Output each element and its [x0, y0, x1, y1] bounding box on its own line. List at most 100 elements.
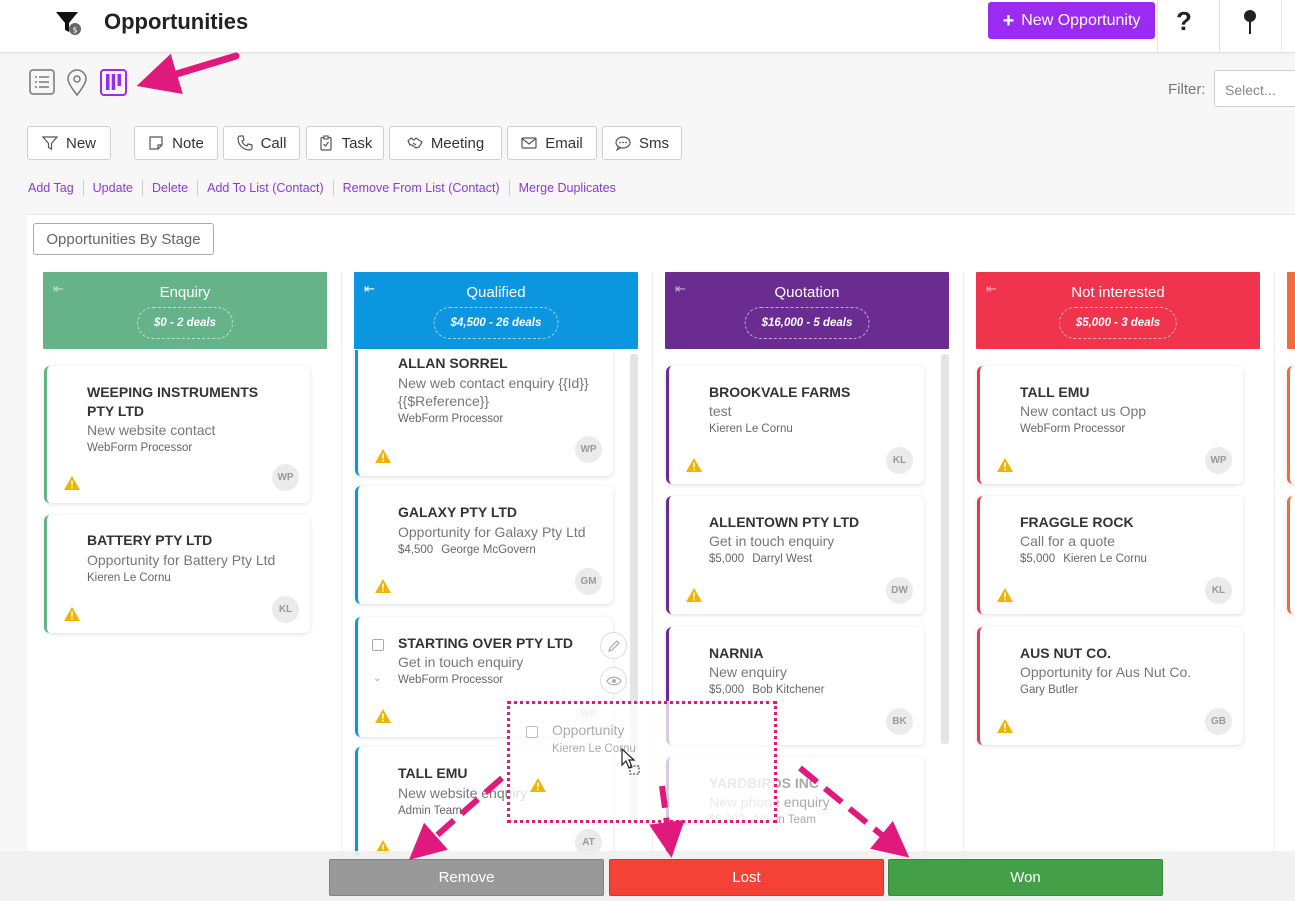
- won-drop-zone[interactable]: Won: [888, 859, 1163, 896]
- meeting-button[interactable]: Meeting: [389, 126, 502, 160]
- column-title: Qualified: [466, 284, 526, 301]
- divider: [141, 180, 143, 196]
- card-title: FRAGGLE ROCK: [1020, 514, 1134, 530]
- opportunity-card[interactable]: [1287, 496, 1295, 614]
- card-title: ALLENTOWN PTY LTD: [709, 514, 860, 530]
- filter-label: Filter:: [1168, 81, 1206, 98]
- new-opportunity-label: New Opportunity: [1021, 11, 1141, 29]
- card-title: BROOKVALE FARMS: [709, 384, 851, 400]
- warning-icon: [997, 588, 1013, 602]
- lost-drop-zone[interactable]: Lost: [609, 859, 884, 896]
- call-button[interactable]: Call: [223, 126, 300, 160]
- column-header-enquiry: ⇤ Enquiry $0 - 2 deals: [43, 272, 327, 349]
- scrollbar[interactable]: [941, 354, 949, 744]
- column-header-not-interested: ⇤ Not interested $5,000 - 3 deals: [976, 272, 1260, 349]
- opportunity-card[interactable]: BROOKVALE FARMS test Kieren Le Cornu KL: [666, 366, 924, 484]
- card-description: Call for a quote: [1020, 533, 1115, 549]
- task-button[interactable]: Task: [306, 126, 384, 160]
- new-opportunity-button[interactable]: + New Opportunity: [988, 2, 1155, 39]
- ghost-title: Opportunity: [552, 722, 625, 738]
- card-owner: WebForm Processor: [398, 674, 504, 686]
- card-meta: $5,000 Bob Kitchener: [709, 684, 825, 696]
- pin-icon[interactable]: [1240, 8, 1260, 36]
- opportunity-card[interactable]: TALL EMU New contact us Opp WebForm Proc…: [977, 366, 1243, 484]
- svg-text:$: $: [72, 26, 77, 35]
- map-view-icon[interactable]: [66, 69, 88, 97]
- card-description: Get in touch enquiry: [709, 533, 835, 549]
- warning-icon: [686, 588, 702, 602]
- card-owner: Admin Team: [398, 805, 462, 817]
- divider: [1219, 0, 1220, 53]
- divider: [1281, 0, 1282, 53]
- funnel-icon: [41, 136, 58, 150]
- opportunity-card[interactable]: [1287, 366, 1295, 484]
- select-checkbox: [526, 726, 538, 738]
- drag-ghost-card[interactable]: Opportunity Kieren Le Cornu: [507, 701, 777, 823]
- column-summary: $16,000 - 5 deals: [744, 307, 870, 339]
- pointer-arrow: [136, 52, 240, 94]
- opportunity-card[interactable]: FRAGGLE ROCK Call for a quote $5,000 Kier…: [977, 496, 1243, 614]
- phone-icon: [236, 135, 253, 151]
- card-meta: $4,500 George McGovern: [398, 544, 536, 556]
- card-title: WEEPING INSTRUMENTS PTY LTD: [87, 384, 259, 419]
- list-view-icon[interactable]: [29, 69, 55, 95]
- column-summary: $4,500 - 26 deals: [433, 307, 559, 339]
- chevron-down-icon[interactable]: ⌄: [373, 673, 381, 684]
- card-description: Opportunity for Battery Pty Ltd: [87, 552, 276, 568]
- opportunity-card[interactable]: ALLENTOWN PTY LTD Get in touch enquiry $…: [666, 496, 924, 614]
- bulk-actions: Add Tag Update Delete Add To List (Conta…: [28, 180, 616, 196]
- note-icon: [149, 136, 163, 150]
- task-button-label: Task: [341, 134, 373, 152]
- view-eye-icon[interactable]: [600, 667, 627, 694]
- opportunity-card[interactable]: BATTERY PTY LTD Opportunity for Battery …: [44, 515, 310, 633]
- column-header-qualified: ⇤ Qualified $4,500 - 26 deals: [354, 272, 638, 349]
- opportunity-card[interactable]: ALLAN SORREL New web contact enquiry {{I…: [355, 350, 613, 476]
- filter-select[interactable]: Select...: [1214, 70, 1295, 107]
- meeting-button-label: Meeting: [430, 134, 485, 152]
- remove-from-list-link[interactable]: Remove From List (Contact): [343, 181, 500, 195]
- opportunity-card[interactable]: GALAXY PTY LTD Opportunity for Galaxy Pt…: [355, 486, 613, 604]
- card-owner: Kieren Le Cornu: [87, 572, 171, 584]
- sms-button-label: Sms: [639, 134, 669, 152]
- avatar: KL: [272, 596, 299, 623]
- remove-drop-zone[interactable]: Remove: [329, 859, 604, 896]
- edit-pencil-icon[interactable]: [600, 632, 627, 659]
- card-owner: Kieren Le Cornu: [709, 423, 793, 435]
- add-tag-link[interactable]: Add Tag: [28, 181, 74, 195]
- new-button-label: New: [65, 134, 96, 152]
- select-checkbox[interactable]: [372, 639, 384, 651]
- column-summary: $0 - 2 deals: [136, 307, 234, 339]
- sms-button[interactable]: Sms: [602, 126, 682, 160]
- card-title: ALLAN SORREL: [398, 355, 508, 371]
- note-button[interactable]: Note: [134, 126, 218, 160]
- new-filter-button[interactable]: New: [27, 126, 111, 160]
- card-meta: $5,000 Darryl West: [709, 553, 813, 565]
- column-divider: [341, 272, 342, 872]
- add-to-list-link[interactable]: Add To List (Contact): [207, 181, 324, 195]
- top-bar: $ Opportunities + New Opportunity ?: [0, 0, 1295, 53]
- avatar: GM: [575, 568, 602, 595]
- avatar: BK: [886, 708, 913, 735]
- column-title: Quotation: [774, 284, 840, 301]
- card-title: STARTING OVER PTY LTD: [398, 635, 574, 651]
- card-title: AUS NUT CO.: [1020, 645, 1111, 661]
- card-owner: WebForm Processor: [87, 442, 193, 454]
- delete-link[interactable]: Delete: [152, 181, 188, 195]
- help-icon[interactable]: ?: [1176, 6, 1192, 37]
- warning-icon: [997, 719, 1013, 733]
- opportunity-card[interactable]: WEEPING INSTRUMENTS PTY LTD New website …: [44, 366, 310, 503]
- column-divider: [963, 272, 964, 872]
- warning-icon: [375, 579, 391, 593]
- card-description: New web contact enquiry {{Id}} {{$Refere…: [398, 375, 589, 409]
- avatar: WP: [1205, 447, 1232, 474]
- update-link[interactable]: Update: [93, 181, 133, 195]
- envelope-icon: [521, 137, 537, 149]
- merge-duplicates-link[interactable]: Merge Duplicates: [519, 181, 616, 195]
- opportunity-card[interactable]: AUS NUT CO. Opportunity for Aus Nut Co. …: [977, 627, 1243, 745]
- board-view-icon[interactable]: [100, 69, 127, 96]
- call-button-label: Call: [260, 134, 287, 152]
- card-description: Opportunity for Galaxy Pty Ltd: [398, 524, 586, 540]
- avatar: WP: [272, 464, 299, 491]
- email-button[interactable]: Email: [507, 126, 597, 160]
- view-selector[interactable]: Opportunities By Stage: [33, 223, 214, 255]
